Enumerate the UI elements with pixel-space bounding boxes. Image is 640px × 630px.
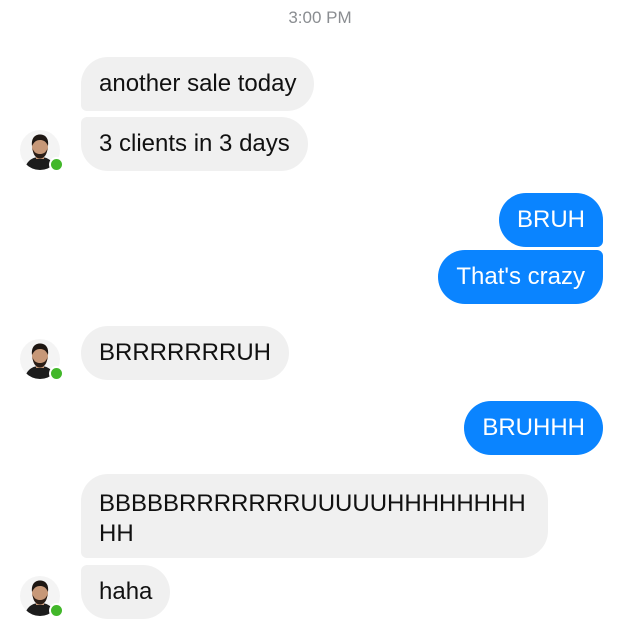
incoming-message-bubble[interactable]: BBBBBRRRRRRRUUUUUHHHHHHHHHH (81, 474, 548, 558)
contact-avatar[interactable] (20, 339, 64, 381)
incoming-message-bubble[interactable]: another sale today (81, 57, 315, 111)
outgoing-message-bubble[interactable]: BRUH (498, 193, 603, 247)
online-status-dot (49, 157, 64, 172)
outgoing-message-bubble[interactable]: BRUHHH (464, 401, 603, 455)
incoming-message-bubble[interactable]: BRRRRRRRUH (81, 326, 289, 380)
online-status-dot (49, 603, 64, 618)
contact-avatar[interactable] (20, 130, 64, 172)
contact-avatar[interactable] (20, 576, 64, 618)
incoming-message-bubble[interactable]: 3 clients in 3 days (81, 117, 308, 171)
online-status-dot (49, 366, 64, 381)
chat-timestamp: 3:00 PM (288, 8, 352, 27)
outgoing-message-bubble[interactable]: That's crazy (438, 250, 603, 304)
incoming-message-bubble[interactable]: haha (81, 565, 171, 619)
